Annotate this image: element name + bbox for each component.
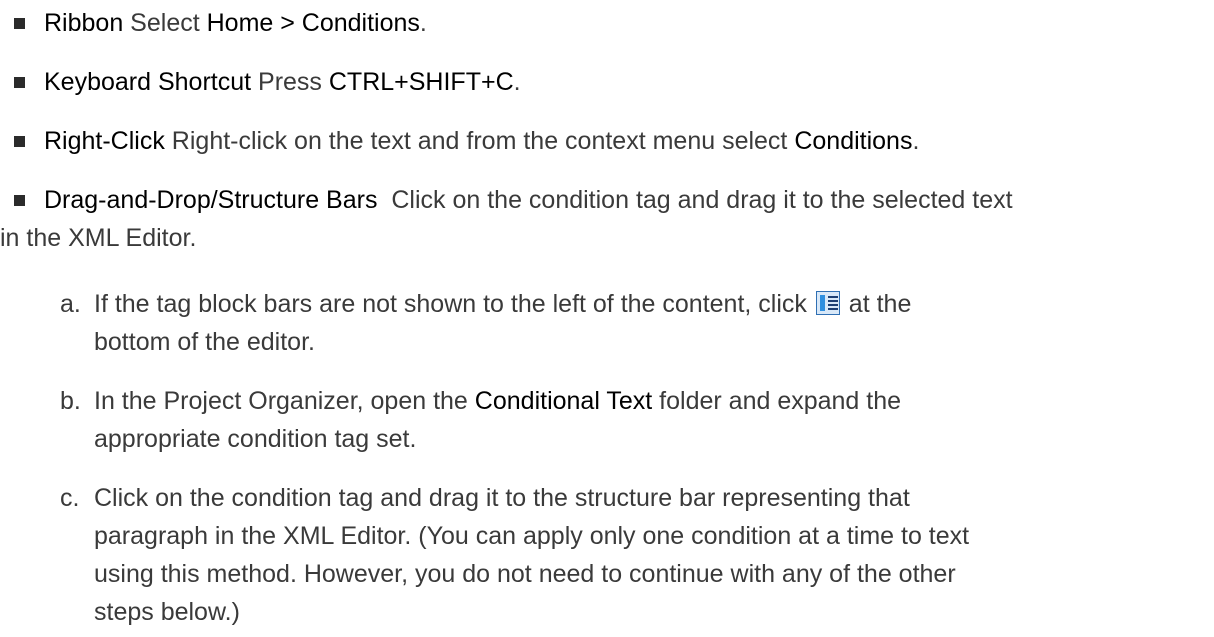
item-text: Press (251, 68, 329, 96)
list-item-right-click: Right-Click Right-click on the text and … (44, 124, 1194, 158)
substep-line: steps below.) (94, 598, 240, 626)
substep-line: Click on the condition tag and drag it t… (94, 484, 910, 512)
substep-letter: a. (60, 290, 81, 318)
item-command: Home > Conditions (206, 9, 420, 37)
substep-line: If the tag block bars are not shown to t… (94, 287, 1194, 321)
substep-b: b. In the Project Organizer, open the Co… (60, 384, 1194, 456)
item-label: Right-Click (44, 127, 165, 155)
substep-line: paragraph in the XML Editor. (You can ap… (94, 522, 970, 550)
substep-letter: c. (60, 484, 80, 512)
bullet-marker (14, 77, 25, 88)
substep-text: at the (841, 290, 912, 318)
item-text: Right-click on the text and from the con… (164, 127, 795, 155)
substep-line: using this method. However, you do not n… (94, 560, 956, 588)
substep-c: c. Click on the condition tag and drag i… (60, 481, 1194, 629)
substep-text: In the Project Organizer, open the (94, 387, 475, 415)
item-text-end: . (419, 9, 427, 37)
list-item-drag-and-drop: Drag-and-Drop/Structure Bars Click on th… (44, 183, 1194, 217)
item-text: Click on the condition tag and drag it t… (377, 186, 1013, 214)
item-label: Drag-and-Drop/Structure Bars (44, 186, 378, 214)
item-shortcut: CTRL+SHIFT+C (328, 68, 514, 96)
item-text-continued: in the XML Editor. (0, 224, 197, 252)
list-item-keyboard-shortcut: Keyboard Shortcut Press CTRL+SHIFT+C. (44, 65, 1194, 99)
item-label: Ribbon (44, 9, 124, 37)
substep-line: appropriate condition tag set. (94, 425, 417, 453)
bullet-marker (14, 195, 25, 206)
substep-line: bottom of the editor. (94, 328, 315, 356)
substep-a: a. If the tag block bars are not shown t… (60, 287, 1194, 359)
show-tag-bars-icon (815, 291, 840, 315)
item-text-end: . (912, 127, 920, 155)
item-text-end: . (513, 68, 521, 96)
substep-letter: b. (60, 387, 81, 415)
bullet-marker (14, 136, 25, 147)
item-text: Select (123, 9, 207, 37)
item-command: Conditions (794, 127, 913, 155)
item-label: Keyboard Shortcut (44, 68, 252, 96)
substep-text: If the tag block bars are not shown to t… (94, 290, 814, 318)
list-item-ribbon: Ribbon Select Home > Conditions. (44, 6, 1194, 40)
substep-text: folder and expand the (652, 387, 902, 415)
substep-line: In the Project Organizer, open the Condi… (94, 384, 1194, 418)
bullet-marker (14, 18, 25, 29)
substep-folder-name: Conditional Text (474, 387, 653, 415)
